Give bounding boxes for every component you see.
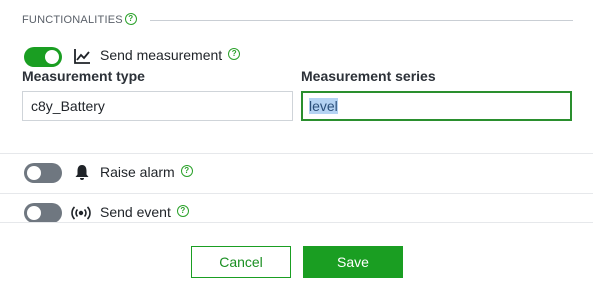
send-event-label: Send event xyxy=(100,204,171,220)
send-measurement-toggle[interactable] xyxy=(24,47,62,67)
raise-alarm-row: Raise alarm? xyxy=(100,164,193,180)
measurement-series-label: Measurement series xyxy=(301,68,436,84)
footer-divider xyxy=(0,222,593,223)
send-event-toggle[interactable] xyxy=(24,203,62,223)
measurement-type-label: Measurement type xyxy=(22,68,145,84)
section-header: FUNCTIONALITIES? xyxy=(22,13,137,26)
broadcast-icon xyxy=(70,205,92,221)
toggle-knob xyxy=(27,166,41,180)
raise-alarm-toggle[interactable] xyxy=(24,163,62,183)
section-title: FUNCTIONALITIES xyxy=(22,14,123,26)
send-measurement-row: Send measurement? xyxy=(100,47,241,63)
bell-icon xyxy=(73,163,91,181)
section-divider xyxy=(150,20,573,21)
send-measurement-label: Send measurement xyxy=(100,47,223,63)
raise-alarm-label: Raise alarm xyxy=(100,164,175,180)
line-chart-icon xyxy=(73,47,91,65)
measurement-type-input[interactable]: c8y_Battery xyxy=(22,91,293,121)
help-icon[interactable]: ? xyxy=(124,13,137,26)
row-divider xyxy=(0,153,593,154)
measurement-type-value: c8y_Battery xyxy=(31,98,105,114)
measurement-series-value: level xyxy=(309,98,338,114)
save-button[interactable]: Save xyxy=(303,246,403,278)
toggle-knob xyxy=(27,206,41,220)
help-icon[interactable]: ? xyxy=(176,205,189,218)
send-event-row: Send event? xyxy=(100,204,189,220)
cancel-button[interactable]: Cancel xyxy=(191,246,291,278)
measurement-series-input[interactable]: level xyxy=(301,91,572,121)
toggle-knob xyxy=(45,50,59,64)
help-icon[interactable]: ? xyxy=(180,165,193,178)
row-divider xyxy=(0,193,593,194)
help-icon[interactable]: ? xyxy=(228,48,241,61)
